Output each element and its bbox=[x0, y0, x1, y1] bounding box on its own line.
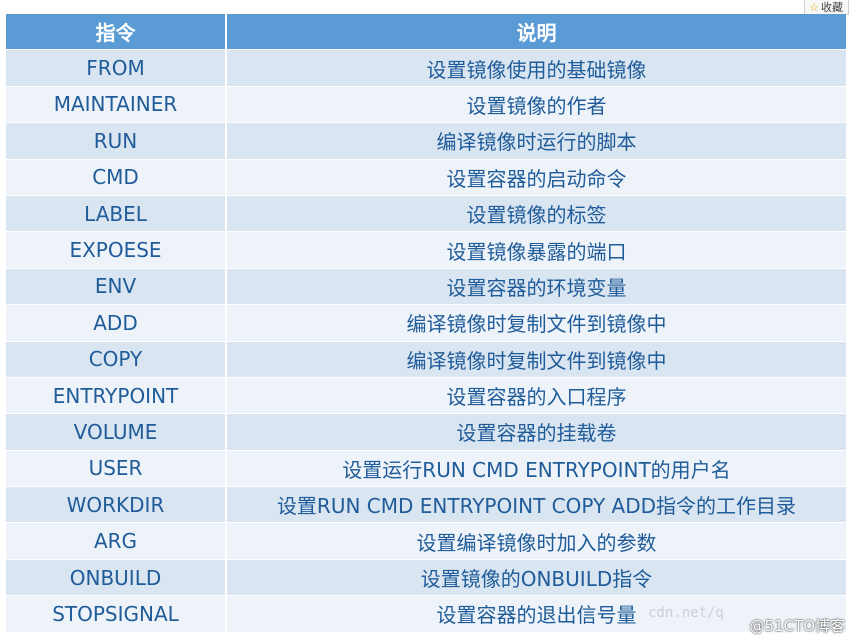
instruction-cell: LABEL bbox=[6, 195, 225, 232]
star-icon: ☆ bbox=[809, 0, 819, 14]
description-cell: 设置容器的退出信号量 bbox=[227, 596, 846, 632]
table-row: CMD 设置容器的启动命令 bbox=[6, 159, 846, 195]
table-row: RUN 编译镜像时运行的脚本 bbox=[6, 123, 846, 159]
table-body: FROM 设置镜像使用的基础镜像 MAINTAINER 设置镜像的作者 RUN 编译镜像时… bbox=[6, 50, 846, 632]
table-row: STOPSIGNAL 设置容器的退出信号量 bbox=[6, 596, 846, 632]
description-cell: 编译镜像时复制文件到镜像中 bbox=[227, 305, 846, 341]
instruction-cell: ENV bbox=[6, 268, 225, 305]
favorite-label: 收藏 bbox=[821, 0, 843, 14]
table-row: VOLUME 设置容器的挂载卷 bbox=[6, 414, 846, 450]
table-row: USER 设置运行RUN CMD ENTRYPOINT的用户名 bbox=[6, 450, 846, 487]
instruction-cell: VOLUME bbox=[6, 414, 225, 450]
table-row: WORKDIR 设置RUN CMD ENTRYPOINT COPY ADD指令的工… bbox=[6, 487, 846, 523]
instruction-cell: FROM bbox=[6, 50, 225, 86]
table-row: COPY 编译镜像时复制文件到镜像中 bbox=[6, 341, 846, 377]
description-cell: 设置容器的启动命令 bbox=[227, 159, 846, 195]
table-row: ENTRYPOINT 设置容器的入口程序 bbox=[6, 377, 846, 414]
table-row: MAINTAINER 设置镜像的作者 bbox=[6, 86, 846, 123]
table-row: ADD 编译镜像时复制文件到镜像中 bbox=[6, 305, 846, 341]
table-row: ARG 设置编译镜像时加入的参数 bbox=[6, 523, 846, 559]
description-cell: 设置镜像使用的基础镜像 bbox=[227, 50, 846, 86]
description-cell: 设置容器的环境变量 bbox=[227, 268, 846, 305]
instruction-cell: STOPSIGNAL bbox=[6, 596, 225, 632]
description-cell: 编译镜像时复制文件到镜像中 bbox=[227, 341, 846, 377]
instruction-cell: ENTRYPOINT bbox=[6, 377, 225, 414]
instruction-cell: ARG bbox=[6, 523, 225, 559]
favorite-button[interactable]: ☆ 收藏 bbox=[804, 0, 849, 15]
instruction-cell: MAINTAINER bbox=[6, 86, 225, 123]
table-row: FROM 设置镜像使用的基础镜像 bbox=[6, 50, 846, 86]
table-row: EXPOESE 设置镜像暴露的端口 bbox=[6, 232, 846, 268]
header-description: 说明 bbox=[227, 14, 846, 50]
instruction-cell: ONBUILD bbox=[6, 559, 225, 596]
header-instruction: 指令 bbox=[6, 14, 225, 50]
instruction-table: 指令 说明 FROM 设置镜像使用的基础镜像 MAINTAINER 设置镜像的作者 RU… bbox=[6, 14, 846, 633]
description-cell: 设置编译镜像时加入的参数 bbox=[227, 523, 846, 559]
instruction-cell: CMD bbox=[6, 159, 225, 195]
instruction-cell: RUN bbox=[6, 123, 225, 159]
instruction-cell: WORKDIR bbox=[6, 487, 225, 523]
description-cell: 编译镜像时运行的脚本 bbox=[227, 123, 846, 159]
instruction-cell: COPY bbox=[6, 341, 225, 377]
description-cell: 设置运行RUN CMD ENTRYPOINT的用户名 bbox=[227, 450, 846, 487]
table-row: ONBUILD 设置镜像的ONBUILD指令 bbox=[6, 559, 846, 596]
instruction-cell: ADD bbox=[6, 305, 225, 341]
table-header: 指令 说明 bbox=[6, 14, 846, 50]
instruction-cell: EXPOESE bbox=[6, 232, 225, 268]
table-row: LABEL 设置镜像的标签 bbox=[6, 195, 846, 232]
description-cell: 设置镜像的ONBUILD指令 bbox=[227, 559, 846, 596]
description-cell: 设置镜像暴露的端口 bbox=[227, 232, 846, 268]
description-cell: 设置容器的入口程序 bbox=[227, 377, 846, 414]
description-cell: 设置镜像的作者 bbox=[227, 86, 846, 123]
description-cell: 设置镜像的标签 bbox=[227, 195, 846, 232]
description-cell: 设置RUN CMD ENTRYPOINT COPY ADD指令的工作目录 bbox=[227, 487, 846, 523]
table-row: ENV 设置容器的环境变量 bbox=[6, 268, 846, 305]
instruction-cell: USER bbox=[6, 450, 225, 487]
description-cell: 设置容器的挂载卷 bbox=[227, 414, 846, 450]
